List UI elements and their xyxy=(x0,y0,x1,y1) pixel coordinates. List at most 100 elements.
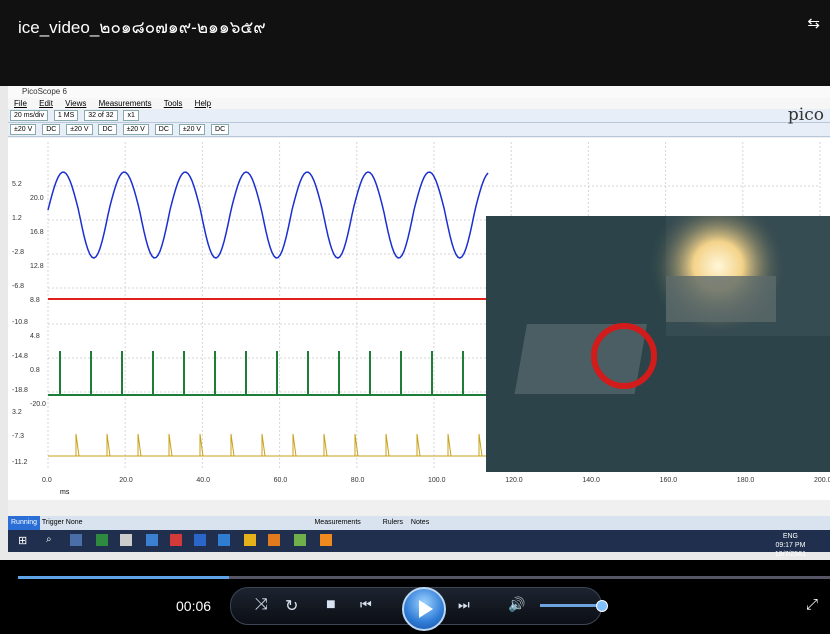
channel-c-range[interactable]: ±20 V xyxy=(122,123,149,135)
menu-views[interactable]: Views xyxy=(65,99,86,108)
player-controls: 00:06 ⤨ ↻ ■ ⏮ ⏭ 🔊 ⤢ xyxy=(0,560,830,631)
picoscope-toolbar: 20 ms/div 1 MS 32 of 32 x1 xyxy=(8,109,830,123)
notes-label[interactable]: Notes xyxy=(411,519,429,526)
y-tick-label: -10.8 xyxy=(12,319,28,326)
y-tick-label: -2.8 xyxy=(12,249,24,256)
y-tick-label-inner: -20.0 xyxy=(30,401,46,408)
status-bar: Running Trigger None Measurements Rulers… xyxy=(8,516,830,530)
windows-start-icon[interactable]: ⊞ xyxy=(18,534,30,547)
previous-icon[interactable]: ⏮ xyxy=(360,597,372,613)
volume-slider[interactable] xyxy=(540,600,608,612)
y-tick-label: 1.2 xyxy=(12,215,22,222)
x-tick-label: 80.0 xyxy=(351,477,365,484)
y-tick-label-inner: 4.8 xyxy=(30,333,40,340)
shuffle-icon[interactable]: ⤨ xyxy=(255,596,268,614)
channel-b-range[interactable]: ±20 V xyxy=(66,123,93,135)
tray-time: 09:17 PM xyxy=(775,542,806,549)
y-tick-label-inner: 12.8 xyxy=(30,263,44,270)
media-player-icon[interactable] xyxy=(320,534,332,546)
menu-help[interactable]: Help xyxy=(195,99,211,108)
tray-clock[interactable]: ENG 09:17 PM 19/7/2561 xyxy=(775,532,806,559)
y-tick-label-inner: 0.8 xyxy=(30,367,40,374)
next-icon[interactable]: ⏭ xyxy=(458,597,470,613)
channel-a-range[interactable]: ±20 V xyxy=(10,123,37,135)
play-button[interactable] xyxy=(402,587,446,631)
stop-icon[interactable]: ■ xyxy=(326,596,336,614)
picoscope-window: PicoScope 6 File Edit Views Measurements… xyxy=(8,86,830,530)
chrome-icon[interactable] xyxy=(244,534,256,546)
windows-taskbar: ⊞ ⌕ ENG 09:17 PM 19/7/2561 xyxy=(8,530,830,558)
samples-select[interactable]: 1 MS xyxy=(53,109,79,121)
channel-toolbar: ±20 V DC ±20 V DC ±20 V DC ±20 V DC xyxy=(8,123,830,137)
y-tick-label-lower: -11.2 xyxy=(12,459,28,466)
play-icon xyxy=(419,600,433,618)
picoscope-title: PicoScope 6 xyxy=(8,86,830,98)
trigger-select[interactable]: None xyxy=(66,519,83,526)
video-frame[interactable]: ice_video_๒๐๑๘๐๗๑๙-๒๑๑๖๕๙ ⇆ PicoScope 6 … xyxy=(0,0,830,560)
menu-edit[interactable]: Edit xyxy=(39,99,53,108)
y-tick-label-lower: -7.3 xyxy=(12,433,24,440)
app-icon-7[interactable] xyxy=(294,534,306,546)
trigger-label: Trigger xyxy=(41,519,64,526)
y-tick-label: -6.8 xyxy=(12,283,24,290)
edge-icon[interactable] xyxy=(218,534,230,546)
camera-scene xyxy=(486,196,830,472)
channel-a-trace xyxy=(47,171,489,259)
x-tick-label: 160.0 xyxy=(660,477,678,484)
switch-to-library-icon[interactable]: ⇆ xyxy=(807,14,820,32)
task-view-icon[interactable] xyxy=(70,534,82,546)
x-tick-label: 0.0 xyxy=(42,477,52,484)
x-tick-label: 40.0 xyxy=(196,477,210,484)
y-tick-label-inner: 20.0 xyxy=(30,195,44,202)
app-icon-5[interactable] xyxy=(194,534,206,546)
y-tick-label-lower: 3.2 xyxy=(12,409,22,416)
app-icon-4[interactable] xyxy=(170,534,182,546)
timebase-select[interactable]: 20 ms/div xyxy=(10,109,48,121)
volume-knob[interactable] xyxy=(595,600,608,612)
menu-measurements[interactable]: Measurements xyxy=(99,99,152,108)
fullscreen-icon[interactable]: ⤢ xyxy=(806,596,818,613)
measurements-label[interactable]: Measurements xyxy=(314,519,360,526)
running-indicator[interactable]: Running xyxy=(8,516,41,530)
app-icon-2[interactable] xyxy=(120,534,132,546)
x-tick-label: 200.0 xyxy=(814,477,830,484)
x-unit-label: ms xyxy=(60,489,70,496)
capture-counter[interactable]: 32 of 32 xyxy=(84,109,118,121)
channel-b-coupling[interactable]: DC xyxy=(98,123,117,135)
video-title-bar: ice_video_๒๐๑๘๐๗๑๙-๒๑๑๖๕๙ ⇆ xyxy=(0,0,830,86)
y-tick-label-inner: 16.8 xyxy=(30,229,44,236)
rulers-label[interactable]: Rulers xyxy=(383,519,403,526)
channel-d-coupling[interactable]: DC xyxy=(211,123,230,135)
elapsed-time: 00:06 xyxy=(176,598,212,614)
repeat-icon[interactable]: ↻ xyxy=(285,596,298,616)
volume-icon[interactable]: 🔊 xyxy=(508,596,525,613)
seek-progress xyxy=(18,576,230,579)
app-icon-3[interactable] xyxy=(146,534,158,546)
pico-logo: pico xyxy=(787,105,824,125)
menu-tools[interactable]: Tools xyxy=(164,99,183,108)
y-tick-label: -18.8 xyxy=(12,387,28,394)
tray-date: 19/7/2561 xyxy=(774,551,806,558)
zoom-select[interactable]: x1 xyxy=(123,109,139,121)
channel-c-coupling[interactable]: DC xyxy=(154,123,173,135)
channel-d-range[interactable]: ±20 V xyxy=(178,123,206,135)
camera-overlay xyxy=(486,196,830,472)
x-tick-label: 20.0 xyxy=(119,477,133,484)
x-tick-label: 180.0 xyxy=(737,477,755,484)
scope-plot[interactable]: 0.0 20.0 40.0 60.0 80.0 100.0 120.0 140.0 160.0 1… xyxy=(8,138,830,500)
picoscope-menubar: File Edit Views Measurements Tools Help xyxy=(8,98,830,109)
x-tick-label: 60.0 xyxy=(274,477,288,484)
channel-a-coupling[interactable]: DC xyxy=(42,123,61,135)
x-tick-label: 140.0 xyxy=(582,477,600,484)
y-tick-label: 5.2 xyxy=(12,181,22,188)
app-icon-6[interactable] xyxy=(268,534,280,546)
app-icon-1[interactable] xyxy=(96,534,108,546)
x-tick-label: 100.0 xyxy=(428,477,446,484)
menu-file[interactable]: File xyxy=(14,99,27,108)
video-title: ice_video_๒๐๑๘๐๗๑๙-๒๑๑๖๕๙ xyxy=(18,18,266,37)
tray-lang: ENG xyxy=(782,533,798,540)
x-tick-label: 120.0 xyxy=(505,477,523,484)
y-tick-label-inner: 8.8 xyxy=(30,297,40,304)
search-icon[interactable]: ⌕ xyxy=(46,534,58,546)
seek-bar[interactable] xyxy=(18,576,830,579)
